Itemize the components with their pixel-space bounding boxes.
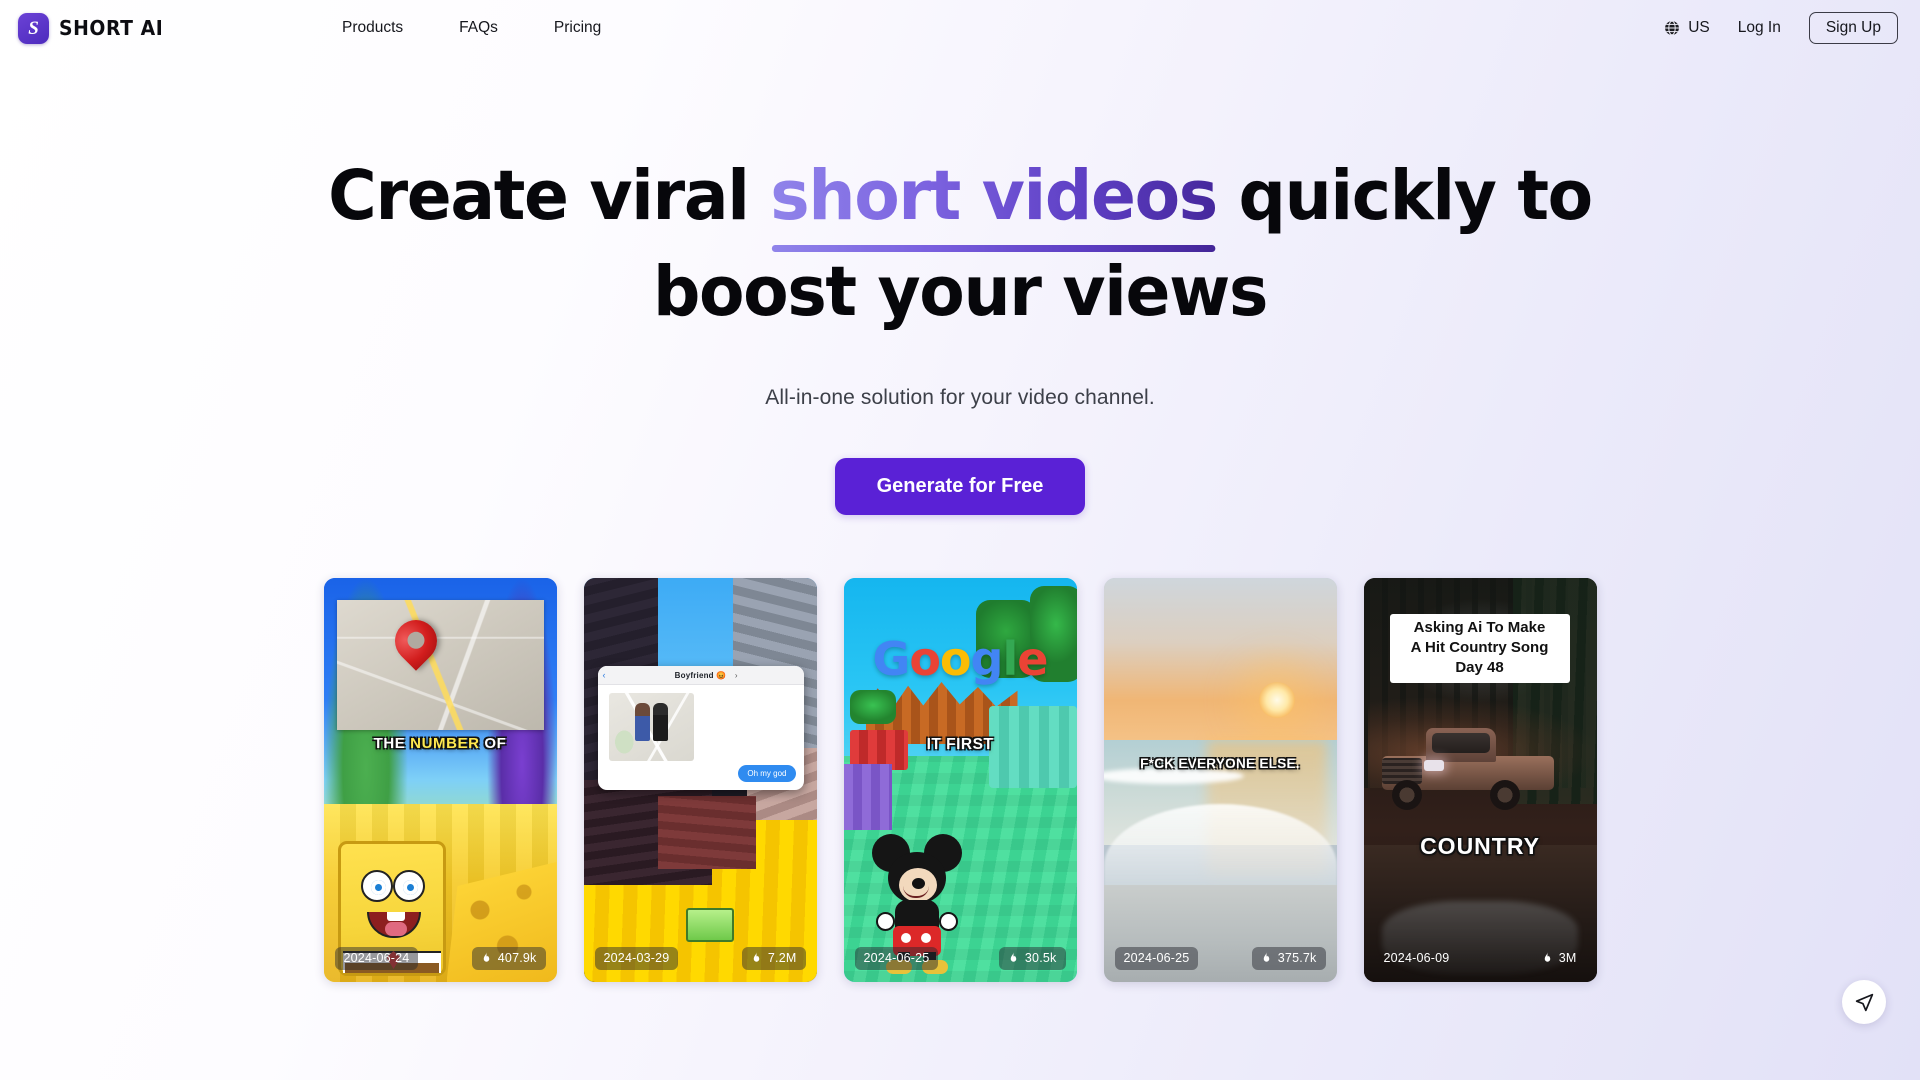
video-card-minecraft-chat[interactable]: ‹ Boyfriend 😡 › Oh my god 2024-03-29 7.2… [583, 578, 817, 982]
card5-date-badge: 2024-06-09 [1383, 951, 1450, 965]
card5-views-badge: 3M [1533, 947, 1586, 970]
card4-date-badge: 2024-06-25 [1114, 947, 1199, 970]
card4-badges: 2024-06-25 375.7k [1104, 947, 1337, 970]
video-card-google-mickey[interactable]: Google IT FIRST 2024-06-25 30.5k [843, 578, 1077, 982]
card3-tree-3 [849, 690, 896, 724]
map-pin-icon [385, 611, 446, 671]
card1-map-image [336, 600, 544, 730]
card5-badges: 2024-06-09 3M [1364, 947, 1597, 970]
flame-icon [1010, 952, 1017, 962]
card3-date-badge: 2024-06-25 [854, 947, 939, 970]
page-title: Create viral short videos quickly to boo… [38, 148, 1881, 340]
card3-caption: IT FIRST [926, 736, 994, 753]
card1-caption: THE NUMBER OF [324, 735, 557, 752]
card4-sun [1258, 682, 1295, 718]
card4-sky [1103, 578, 1337, 748]
card4-caption: F*CK EVERYONE ELSE. [1140, 756, 1300, 771]
video-card-spongebob-map[interactable]: THE NUMBER OF 2024-06-24 407.9k [323, 578, 557, 982]
card5-title-line-3: Day 48 [1455, 659, 1504, 676]
card5-truck [1378, 728, 1558, 810]
card2-date-badge: 2024-03-29 [594, 947, 679, 970]
card3-badges: 2024-06-25 30.5k [844, 947, 1077, 970]
nav-item-products[interactable]: Products [342, 19, 403, 37]
locale-selector[interactable]: US [1663, 19, 1710, 37]
headline-line-2: boost your views [652, 252, 1268, 332]
flame-icon [1544, 952, 1550, 962]
card4-views-badge: 375.7k [1251, 947, 1326, 970]
card2-chat-header: ‹ Boyfriend 😡 › [597, 666, 804, 685]
brand-mark-icon: S [18, 12, 49, 44]
flame-icon [483, 952, 490, 962]
generate-for-free-button[interactable]: Generate for Free [834, 458, 1086, 515]
card5-title-line-1: Asking Ai To Make [1413, 619, 1546, 636]
card3-views-count: 30.5k [1024, 951, 1057, 966]
card5-title-line-2: A Hit Country Song [1410, 639, 1549, 656]
primary-nav: Products FAQs Pricing [342, 19, 601, 37]
card5-views-count: 3M [1558, 951, 1577, 966]
hero-subtitle: All-in-one solution for your video chann… [765, 386, 1155, 409]
brand-mark-letter: S [28, 17, 39, 39]
card3-google-logo: Google [844, 636, 1077, 682]
brand-name: SHORT AI [59, 16, 164, 40]
google-letter-4: g [970, 632, 1004, 686]
card1-badges: 2024-06-24 407.9k [324, 947, 557, 970]
video-card-beach-sunset[interactable]: F*CK EVERYONE ELSE. 2024-06-25 375.7k [1103, 578, 1337, 982]
card1-views-count: 407.9k [497, 951, 537, 966]
card2-chat-bubble: Oh my god [738, 765, 796, 782]
flame-icon [1263, 952, 1270, 962]
google-letter-2: o [909, 632, 941, 686]
nav-item-faqs[interactable]: FAQs [459, 19, 498, 37]
card5-title-overlay: Asking Ai To Make A Hit Country Song Day… [1389, 614, 1570, 683]
google-letter-3: o [939, 632, 972, 686]
signup-button[interactable]: Sign Up [1808, 11, 1898, 45]
card3-purple-block [843, 764, 892, 830]
card2-netherrack [658, 796, 756, 869]
header-actions: US Log In Sign Up [1663, 11, 1898, 45]
globe-icon [1665, 20, 1680, 36]
card1-caption-b: NUMBER [410, 735, 480, 752]
headline-part-1: Create viral [328, 156, 771, 236]
card1-views-badge: 407.9k [471, 947, 546, 970]
card2-chat-overlay: ‹ Boyfriend 😡 › Oh my god [597, 666, 804, 790]
card2-bed-block [686, 907, 735, 942]
card1-caption-c: OF [479, 735, 507, 752]
card4-views-count: 375.7k [1277, 951, 1317, 966]
card3-views-badge: 30.5k [998, 947, 1066, 970]
video-showcase-row: THE NUMBER OF 2024-06-24 407.9k ‹ Boyfri… [0, 578, 1920, 982]
headline-accent: short videos [770, 156, 1218, 236]
video-card-country-truck[interactable]: Asking Ai To Make A Hit Country Song Day… [1363, 578, 1597, 982]
send-arrow-icon [1855, 993, 1873, 1011]
card1-caption-a: THE [373, 735, 411, 752]
nav-item-pricing[interactable]: Pricing [554, 19, 601, 37]
flame-icon [753, 952, 760, 962]
card2-avatar-2 [652, 703, 668, 741]
card2-views-count: 7.2M [767, 951, 797, 966]
card5-caption: COUNTRY [1420, 833, 1540, 859]
chat-forward-icon: › [734, 670, 738, 680]
card2-views-badge: 7.2M [741, 947, 806, 970]
hero-section: Create viral short videos quickly to boo… [0, 148, 1920, 515]
login-link[interactable]: Log In [1738, 19, 1781, 37]
google-letter-5: l [1002, 632, 1018, 686]
card2-avatar-1 [634, 703, 650, 741]
chat-back-icon: ‹ [602, 670, 606, 680]
locale-label: US [1688, 19, 1710, 36]
card2-badges: 2024-03-29 7.2M [584, 947, 817, 970]
card2-chat-title: Boyfriend 😡 [674, 670, 727, 680]
google-letter-6: e [1017, 632, 1048, 686]
google-letter-1: G [872, 632, 911, 686]
card1-date-badge: 2024-06-24 [334, 947, 419, 970]
brand-logo[interactable]: S SHORT AI [18, 12, 170, 44]
headline-part-2: quickly to [1216, 156, 1594, 236]
card2-chat-map-image [608, 693, 694, 761]
send-feedback-button[interactable] [1842, 980, 1886, 1024]
site-header: S SHORT AI Products FAQs Pricing US Log … [0, 0, 1920, 56]
